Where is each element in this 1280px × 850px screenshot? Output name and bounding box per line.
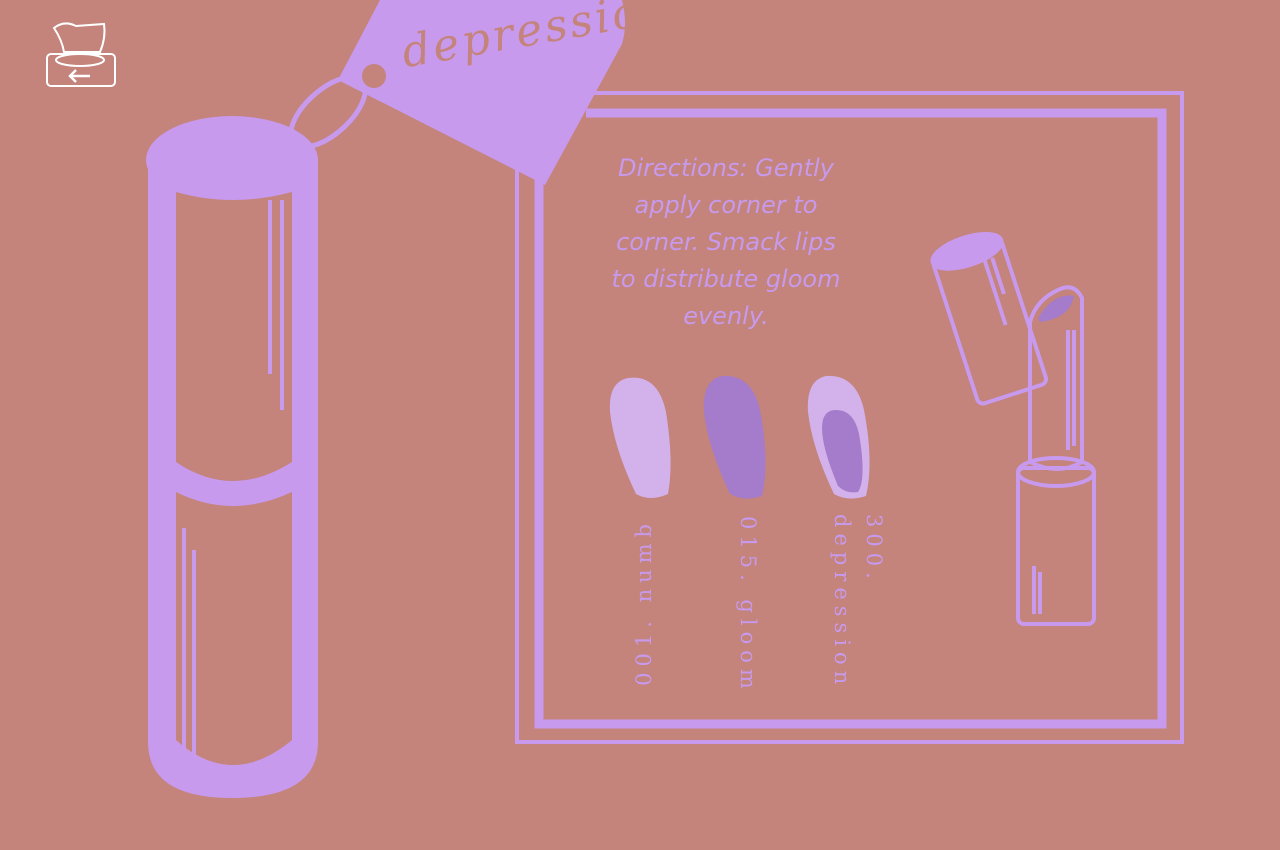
directions-line: to distribute gloom xyxy=(611,265,841,293)
directions-line: Directions: Gently xyxy=(617,154,835,182)
directions-line: corner. Smack lips xyxy=(616,228,836,256)
shade-label-gloom: 015. gloom xyxy=(736,516,760,695)
shade-swatch-numb xyxy=(609,377,671,498)
directions-text: Directions: Gently apply corner to corne… xyxy=(598,150,854,335)
shade-label-depression-name: depression xyxy=(830,514,854,691)
directions-line: evenly. xyxy=(683,302,769,330)
back-button[interactable] xyxy=(40,18,124,94)
shade-swatch-gloom xyxy=(703,375,766,499)
tissue-box-back-icon xyxy=(46,22,116,87)
small-lipstick-illustration xyxy=(930,231,1096,626)
shade-label-numb: 001. numb xyxy=(632,518,656,686)
directions-line: apply corner to xyxy=(634,191,818,219)
lipstick-illustration xyxy=(146,0,1184,798)
shade-label-depression-number: 300. xyxy=(862,514,886,585)
lipstick-tube-illustration xyxy=(146,116,318,798)
shade-swatch-depression xyxy=(807,375,870,499)
